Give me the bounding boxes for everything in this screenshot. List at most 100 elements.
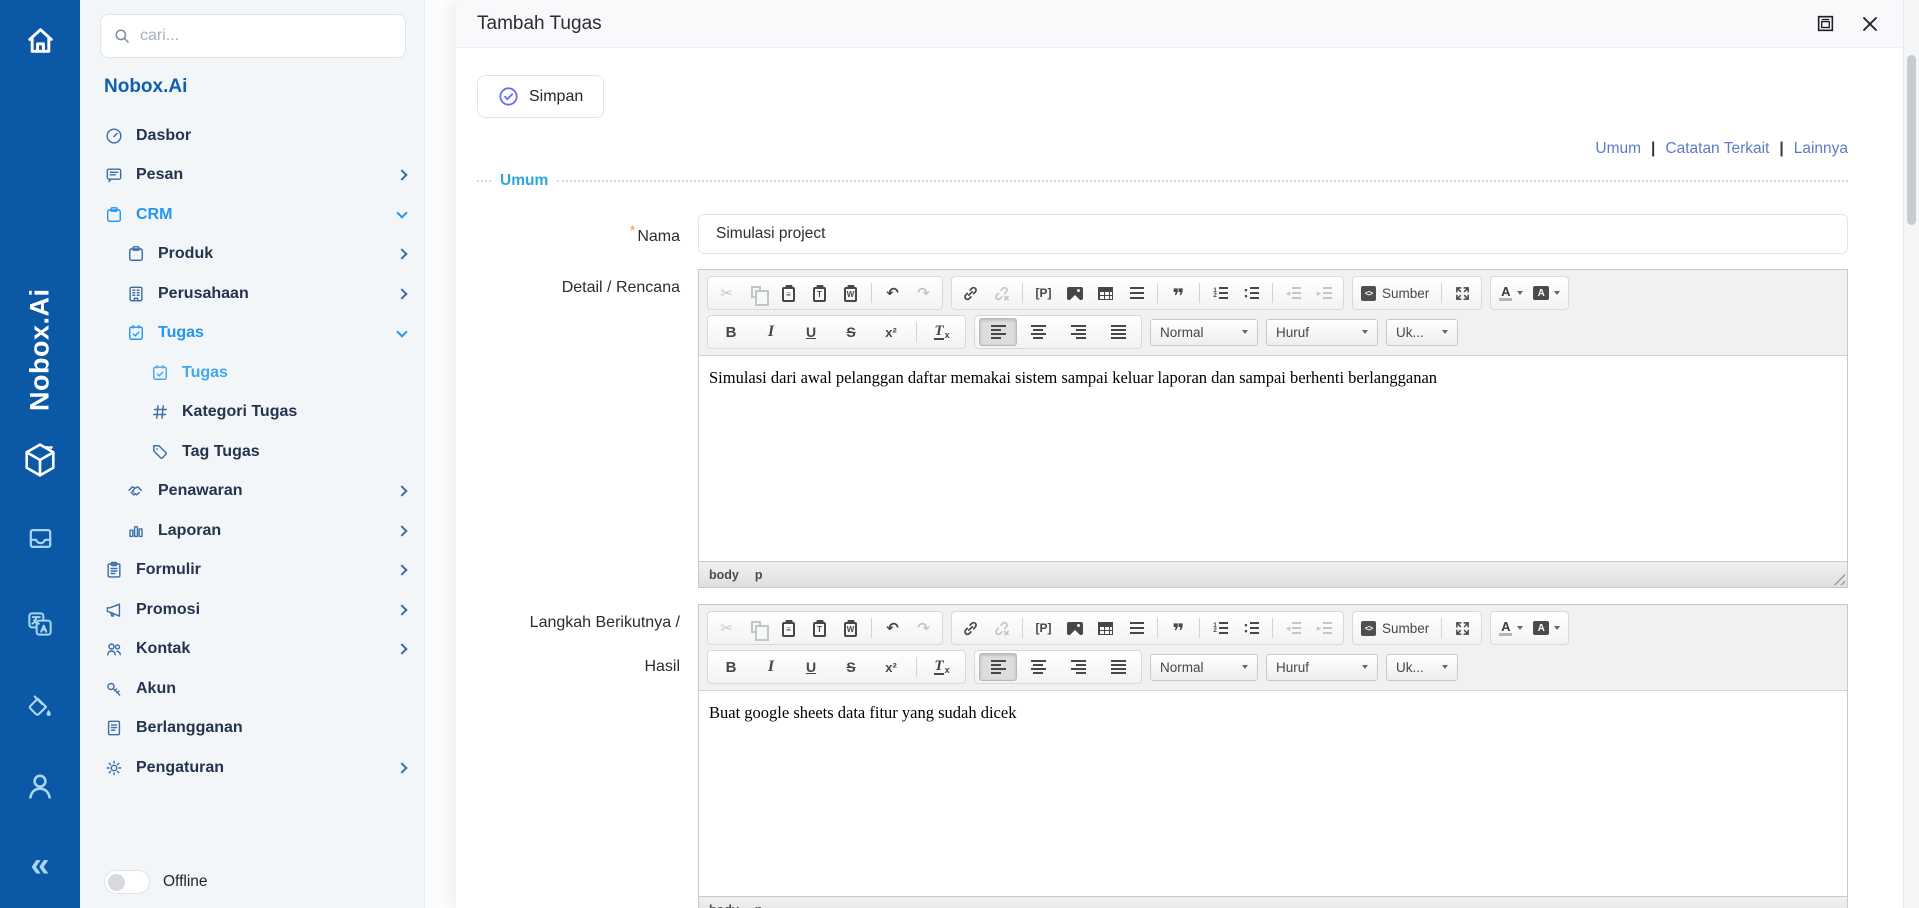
- align-justify-icon[interactable]: [1099, 318, 1137, 346]
- font-size-dropdown[interactable]: Uk...: [1386, 319, 1458, 346]
- copy-icon[interactable]: [743, 279, 772, 307]
- align-center-icon[interactable]: [1019, 318, 1057, 346]
- link-icon[interactable]: [956, 614, 985, 642]
- translate-icon[interactable]: [0, 608, 80, 640]
- paste-icon[interactable]: ≡: [774, 279, 803, 307]
- copy-icon[interactable]: [743, 614, 772, 642]
- save-button[interactable]: Simpan: [477, 75, 604, 118]
- paragraph-format-dropdown[interactable]: Normal: [1150, 319, 1258, 346]
- sidebar-item-perusahaan[interactable]: Perusahaan: [80, 274, 424, 314]
- remove-format-icon[interactable]: Tx: [923, 318, 961, 346]
- sidebar-item-crm[interactable]: CRM: [80, 195, 424, 235]
- numbered-list-icon[interactable]: [1206, 614, 1235, 642]
- path-item-p[interactable]: p: [755, 903, 763, 908]
- sidebar-item-produk[interactable]: Produk: [80, 235, 424, 275]
- paste-plain-text-icon[interactable]: T: [805, 614, 834, 642]
- redo-icon[interactable]: ↷: [909, 614, 938, 642]
- inbox-icon[interactable]: [0, 523, 80, 554]
- remove-format-icon[interactable]: Tx: [923, 653, 961, 681]
- user-icon[interactable]: [0, 768, 80, 804]
- tab-lainnya[interactable]: Lainnya: [1794, 140, 1848, 158]
- path-item-p[interactable]: p: [755, 568, 763, 582]
- underline-icon[interactable]: U: [792, 318, 830, 346]
- collapse-sidebar-icon[interactable]: «: [0, 848, 80, 882]
- italic-icon[interactable]: I: [752, 653, 790, 681]
- sidebar-item-akun[interactable]: Akun: [80, 669, 424, 709]
- sidebar-item-tugas[interactable]: Tugas: [80, 314, 424, 354]
- italic-icon[interactable]: I: [752, 318, 790, 346]
- unlink-icon[interactable]: [987, 279, 1016, 307]
- paste-from-word-icon[interactable]: W: [836, 614, 865, 642]
- path-item-body[interactable]: body: [709, 568, 739, 582]
- source-icon[interactable]: <>Sumber: [1357, 614, 1435, 642]
- source-icon[interactable]: <>Sumber: [1357, 279, 1435, 307]
- paste-icon[interactable]: ≡: [774, 614, 803, 642]
- align-center-icon[interactable]: [1019, 653, 1057, 681]
- search-input[interactable]: [140, 27, 393, 45]
- bulleted-list-icon[interactable]: [1237, 614, 1266, 642]
- font-family-dropdown[interactable]: Huruf: [1266, 319, 1378, 346]
- detail-editor-content[interactable]: Simulasi dari awal pelanggan daftar mema…: [699, 356, 1847, 561]
- outdent-icon[interactable]: ◂: [1279, 279, 1308, 307]
- align-left-icon[interactable]: [979, 318, 1017, 346]
- langkah-editor-content[interactable]: Buat google sheets data fitur yang sudah…: [699, 691, 1847, 896]
- align-left-icon[interactable]: [979, 653, 1017, 681]
- strikethrough-icon[interactable]: S: [832, 318, 870, 346]
- align-right-icon[interactable]: [1059, 318, 1097, 346]
- offline-toggle[interactable]: [104, 870, 150, 894]
- background-color-icon[interactable]: A: [1529, 279, 1564, 307]
- indent-icon[interactable]: ▸: [1310, 279, 1339, 307]
- sidebar-item-laporan[interactable]: Laporan: [80, 511, 424, 551]
- cut-icon[interactable]: ✂: [712, 614, 741, 642]
- home-icon[interactable]: [0, 22, 80, 59]
- redo-icon[interactable]: ↷: [909, 279, 938, 307]
- nama-input[interactable]: [698, 214, 1848, 254]
- tab-catatan-terkait[interactable]: Catatan Terkait: [1665, 140, 1769, 158]
- paste-plain-text-icon[interactable]: T: [805, 279, 834, 307]
- sidebar-item-kategori-tugas[interactable]: Kategori Tugas: [80, 393, 424, 433]
- blockquote-icon[interactable]: ❞: [1164, 614, 1193, 642]
- image-icon[interactable]: [1060, 614, 1089, 642]
- horizontal-rule-icon[interactable]: [1122, 614, 1151, 642]
- scrollbar-thumb[interactable]: [1907, 55, 1916, 225]
- sidebar-item-kontak[interactable]: Kontak: [80, 630, 424, 670]
- text-color-icon[interactable]: A: [1495, 614, 1527, 642]
- superscript-icon[interactable]: x²: [872, 318, 910, 346]
- horizontal-rule-icon[interactable]: [1122, 279, 1151, 307]
- undo-icon[interactable]: ↶: [878, 614, 907, 642]
- undo-icon[interactable]: ↶: [878, 279, 907, 307]
- font-family-dropdown[interactable]: Huruf: [1266, 654, 1378, 681]
- cut-icon[interactable]: ✂: [712, 279, 741, 307]
- link-icon[interactable]: [956, 279, 985, 307]
- numbered-list-icon[interactable]: [1206, 279, 1235, 307]
- sidebar-item-promosi[interactable]: Promosi: [80, 590, 424, 630]
- paste-from-word-icon[interactable]: W: [836, 279, 865, 307]
- background-color-icon[interactable]: A: [1529, 614, 1564, 642]
- sidebar-item-pengaturan[interactable]: Pengaturan: [80, 748, 424, 788]
- paragraph-format-dropdown[interactable]: Normal: [1150, 654, 1258, 681]
- table-icon[interactable]: [1091, 279, 1120, 307]
- maximize-icon[interactable]: [1448, 279, 1477, 307]
- sidebar-item-pesan[interactable]: Pesan: [80, 156, 424, 196]
- align-right-icon[interactable]: [1059, 653, 1097, 681]
- bold-icon[interactable]: B: [712, 653, 750, 681]
- sidebar-item-penawaran[interactable]: Penawaran: [80, 472, 424, 512]
- path-item-body[interactable]: body: [709, 903, 739, 908]
- text-color-icon[interactable]: A: [1495, 279, 1527, 307]
- sidebar-item-dasbor[interactable]: Dasbor: [80, 116, 424, 156]
- indent-icon[interactable]: ▸: [1310, 614, 1339, 642]
- close-icon[interactable]: [1861, 15, 1879, 33]
- sidebar-item-tugas-sub[interactable]: Tugas: [80, 353, 424, 393]
- anchor-icon[interactable]: [P]: [1029, 279, 1058, 307]
- superscript-icon[interactable]: x²: [872, 653, 910, 681]
- sidebar-item-tag-tugas[interactable]: Tag Tugas: [80, 432, 424, 472]
- strikethrough-icon[interactable]: S: [832, 653, 870, 681]
- unlink-icon[interactable]: [987, 614, 1016, 642]
- sidebar-item-formulir[interactable]: Formulir: [80, 551, 424, 591]
- sidebar-item-berlangganan[interactable]: Berlangganan: [80, 709, 424, 749]
- resize-grip-icon[interactable]: [1833, 573, 1845, 585]
- window-icon[interactable]: [1816, 14, 1835, 33]
- bulleted-list-icon[interactable]: [1237, 279, 1266, 307]
- underline-icon[interactable]: U: [792, 653, 830, 681]
- align-justify-icon[interactable]: [1099, 653, 1137, 681]
